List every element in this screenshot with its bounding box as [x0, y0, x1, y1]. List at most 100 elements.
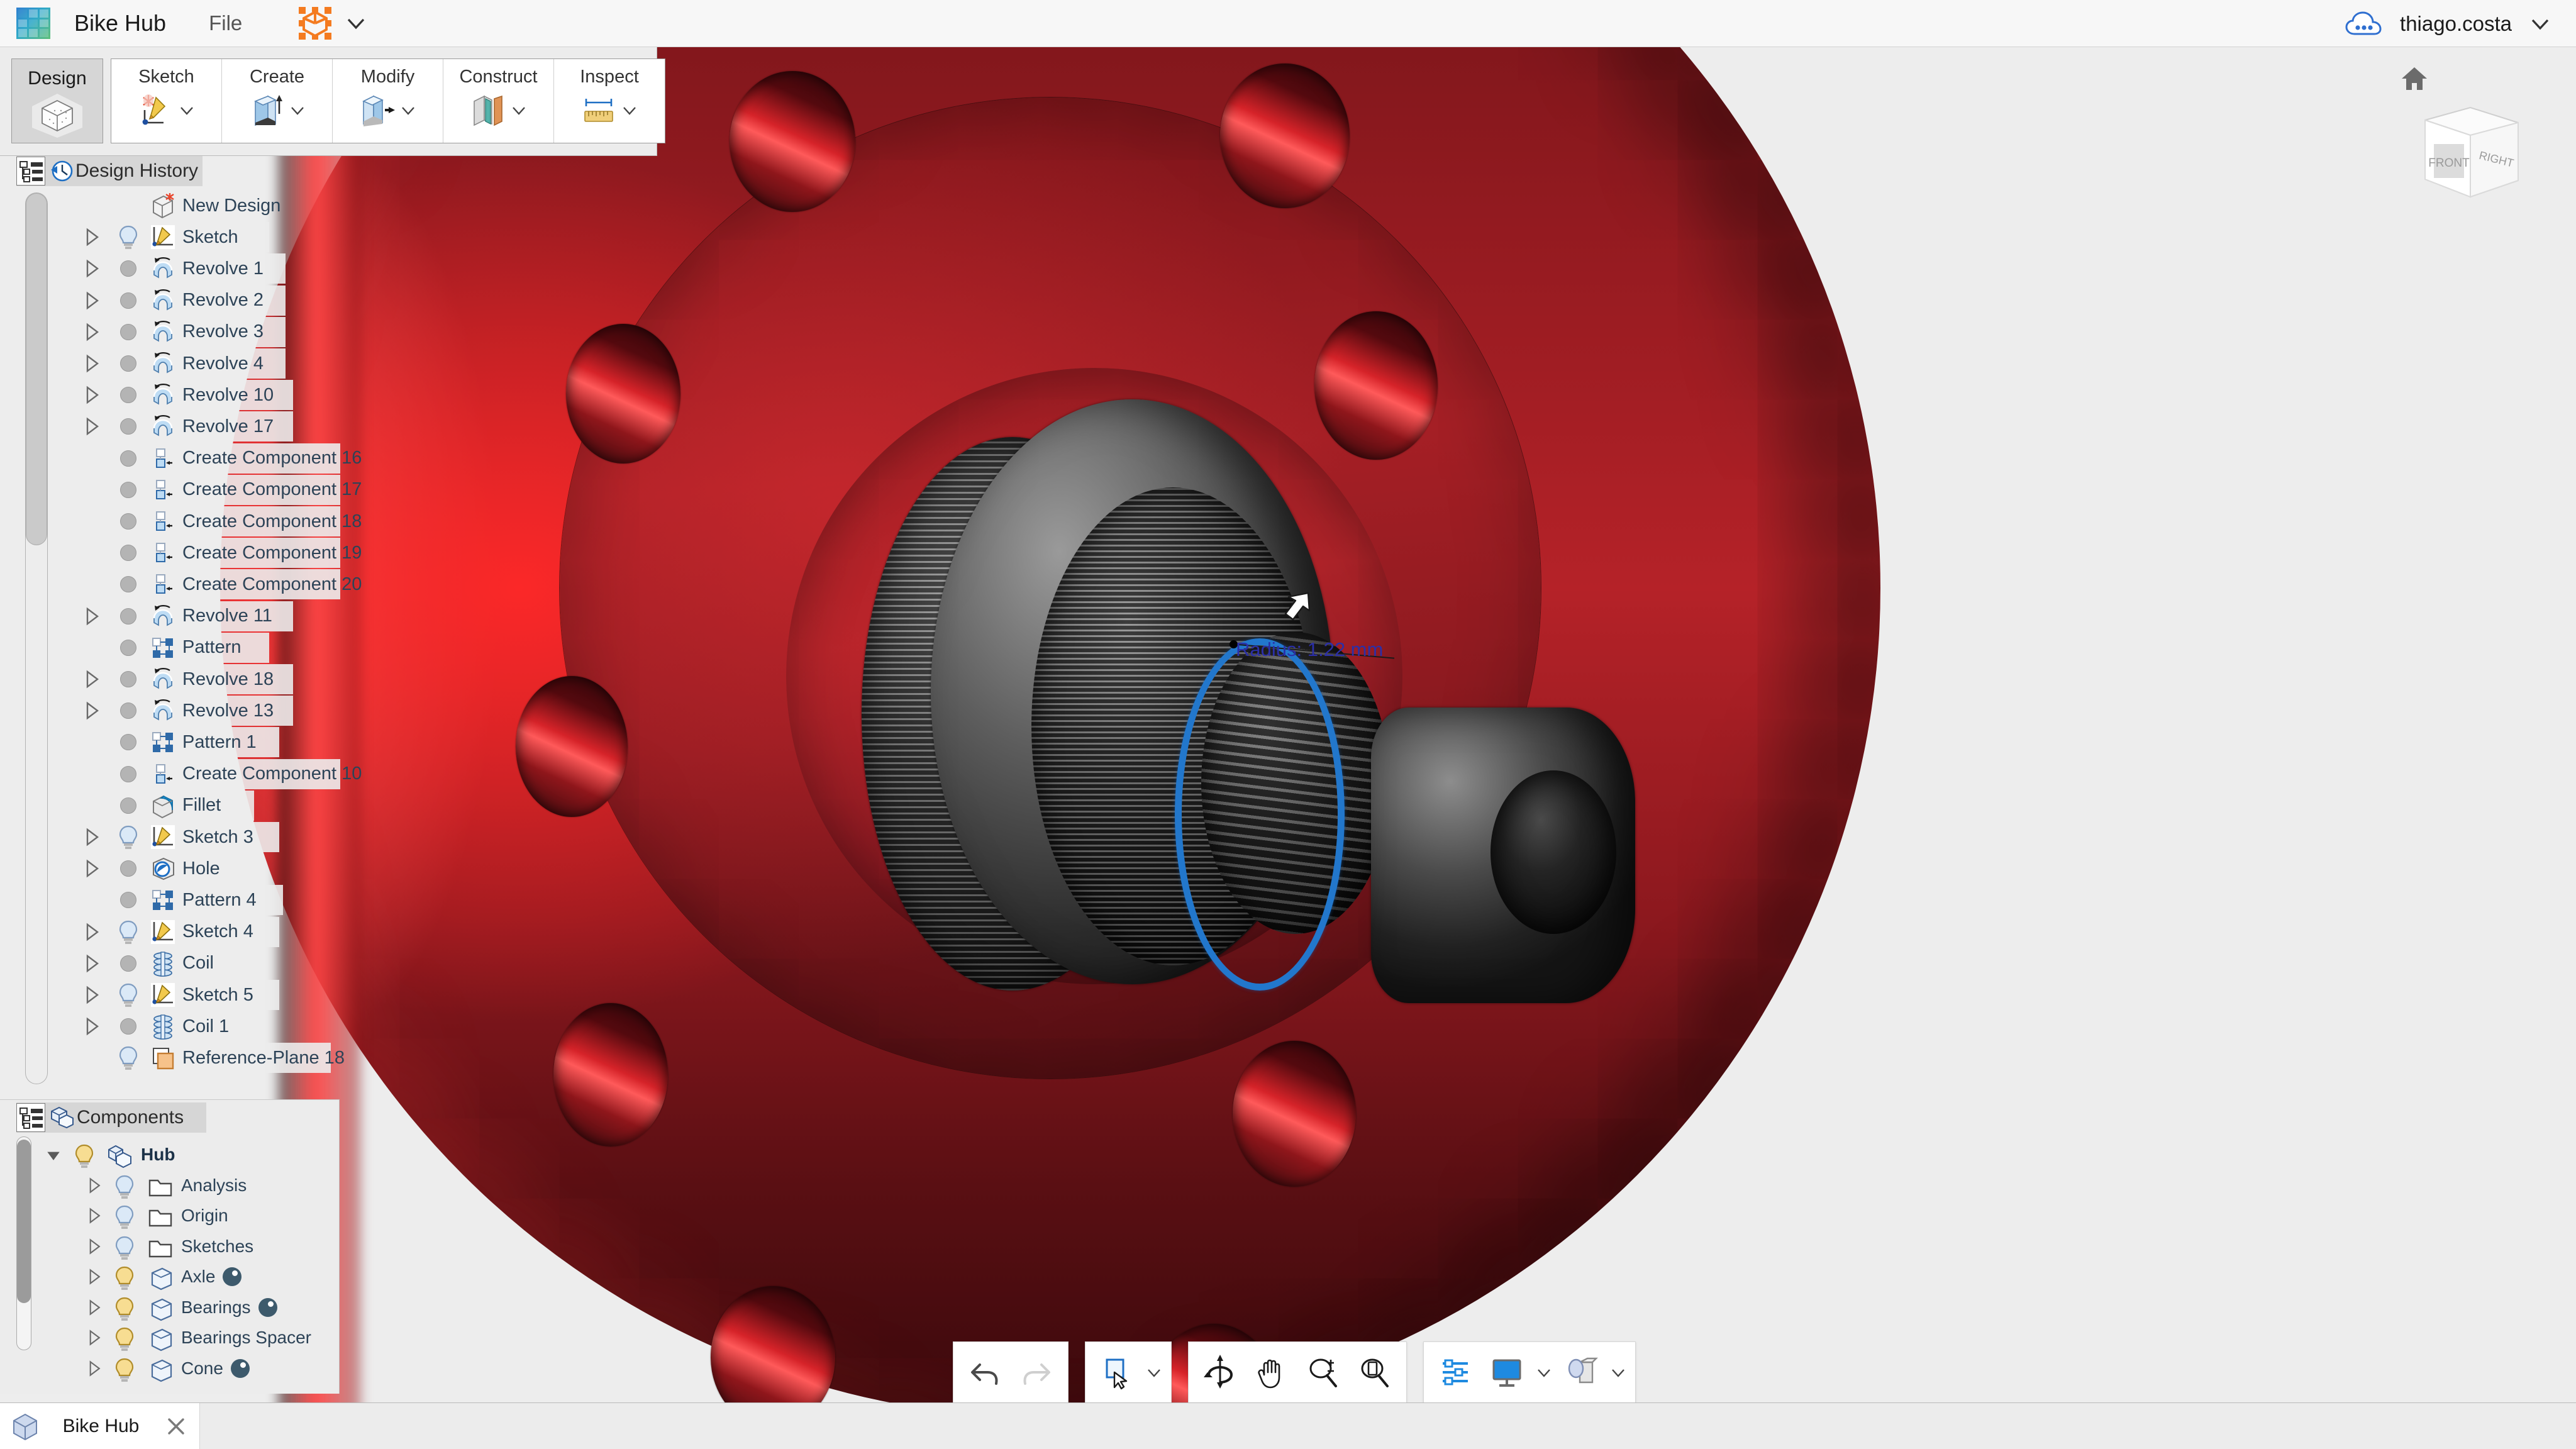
history-vertical-scrollbar[interactable]	[25, 192, 48, 1084]
visibility-bulb-icon[interactable]	[114, 1044, 142, 1072]
history-item[interactable]: Revolve 11	[80, 601, 293, 632]
history-item[interactable]: New Design	[80, 190, 280, 221]
history-item[interactable]: Revolve 2	[80, 285, 286, 316]
grid-snaps-chevron-down-icon[interactable]	[1536, 1364, 1552, 1380]
workspace-design-button[interactable]: Design	[11, 58, 103, 143]
viewports-button[interactable]	[1558, 1348, 1604, 1396]
history-expand-arrow[interactable]	[80, 290, 102, 311]
component-item[interactable]: Analysis	[84, 1170, 247, 1201]
grid-snaps-button[interactable]	[1484, 1348, 1530, 1396]
history-expand-arrow[interactable]	[80, 669, 102, 690]
account-chevron-down-icon[interactable]	[2529, 13, 2551, 35]
visibility-bulb-icon[interactable]	[111, 1295, 136, 1321]
component-expand-arrow[interactable]	[84, 1176, 103, 1195]
view-cube[interactable]: FRONT RIGHT	[2395, 65, 2540, 209]
construct-chevron-down-icon[interactable]	[511, 102, 527, 118]
history-item[interactable]: Create Component 18	[80, 506, 362, 537]
visibility-bulb-icon[interactable]	[111, 1234, 136, 1260]
history-expand-arrow[interactable]	[80, 700, 102, 721]
component-expand-arrow[interactable]	[44, 1145, 63, 1164]
cloud-status-icon[interactable]	[2345, 10, 2382, 38]
component-item[interactable]: Cone	[84, 1353, 250, 1384]
components-vertical-scrollbar[interactable]	[16, 1136, 31, 1350]
close-icon[interactable]	[162, 1412, 191, 1441]
component-expand-arrow[interactable]	[84, 1298, 103, 1317]
history-expand-arrow[interactable]	[80, 384, 102, 406]
history-expand-arrow[interactable]	[80, 416, 102, 437]
history-item[interactable]: Create Component 20	[80, 569, 362, 600]
visibility-bulb-icon[interactable]	[70, 1142, 96, 1168]
history-item[interactable]: Coil	[80, 948, 250, 979]
orbit-button[interactable]	[1197, 1348, 1243, 1396]
component-expand-arrow[interactable]	[84, 1328, 103, 1347]
history-expand-arrow[interactable]	[80, 1016, 102, 1037]
zoom-fit-button[interactable]	[1352, 1348, 1397, 1396]
history-expand-arrow[interactable]	[80, 858, 102, 879]
history-expand-arrow[interactable]	[80, 606, 102, 627]
visibility-bulb-icon[interactable]	[111, 1173, 136, 1199]
ribbon-group-modify[interactable]: Modify	[333, 59, 443, 143]
select-button[interactable]	[1094, 1348, 1140, 1397]
component-expand-arrow[interactable]	[84, 1359, 103, 1378]
redo-button[interactable]	[1014, 1348, 1059, 1396]
component-item[interactable]: Sketches	[84, 1231, 253, 1262]
component-item[interactable]: Bearings	[84, 1292, 277, 1323]
history-item[interactable]: Revolve 4	[80, 348, 286, 379]
chevron-down-icon[interactable]	[345, 13, 367, 34]
history-expand-arrow[interactable]	[80, 258, 102, 279]
history-item[interactable]: Create Component 17	[80, 474, 362, 506]
history-expand-arrow[interactable]	[80, 953, 102, 974]
visibility-bulb-icon[interactable]	[111, 1325, 136, 1351]
undo-button[interactable]	[962, 1348, 1008, 1396]
visibility-bulb-icon[interactable]	[114, 223, 142, 251]
history-item[interactable]: Revolve 1	[80, 253, 286, 284]
history-expand-arrow[interactable]	[80, 921, 102, 943]
history-expand-arrow[interactable]	[80, 226, 102, 248]
history-item[interactable]: Hole	[80, 853, 250, 884]
ribbon-group-construct[interactable]: Construct	[443, 59, 554, 143]
history-expand-arrow[interactable]	[80, 321, 102, 343]
component-item[interactable]: Axle	[84, 1261, 242, 1292]
apps-grid-icon[interactable]	[16, 8, 50, 39]
display-settings-button[interactable]	[1433, 1348, 1478, 1396]
history-item[interactable]: Coil 1	[80, 1011, 258, 1042]
components-scrollbar-thumb[interactable]	[17, 1140, 31, 1303]
history-expand-arrow[interactable]	[80, 826, 102, 848]
ribbon-group-inspect[interactable]: Inspect	[554, 59, 665, 143]
component-item[interactable]: Origin	[84, 1200, 228, 1231]
history-item[interactable]: Sketch 3	[80, 821, 279, 853]
history-item[interactable]: Create Component 19	[80, 537, 362, 569]
history-item[interactable]: Sketch	[80, 221, 269, 253]
history-item[interactable]: Reference-Plane 18	[80, 1042, 345, 1074]
zoom-button[interactable]	[1301, 1348, 1346, 1396]
visibility-bulb-icon[interactable]	[114, 981, 142, 1009]
component-expand-arrow[interactable]	[84, 1267, 103, 1286]
component-expand-arrow[interactable]	[84, 1237, 103, 1256]
history-item[interactable]: Fillet	[80, 790, 254, 821]
history-item[interactable]: Pattern 4	[80, 884, 283, 916]
visibility-bulb-icon[interactable]	[114, 823, 142, 851]
history-item[interactable]: Revolve 13	[80, 695, 293, 726]
components-header[interactable]: Components	[16, 1102, 206, 1133]
history-item[interactable]: Pattern 1	[80, 726, 279, 758]
user-name[interactable]: thiago.costa	[2400, 12, 2512, 36]
history-item[interactable]: Sketch 5	[80, 979, 279, 1011]
visibility-bulb-icon[interactable]	[111, 1356, 136, 1382]
visibility-bulb-icon[interactable]	[114, 918, 142, 946]
history-scrollbar-thumb[interactable]	[26, 193, 47, 545]
visibility-bulb-icon[interactable]	[111, 1203, 136, 1229]
history-item[interactable]: Create Component 10	[80, 758, 362, 790]
history-item[interactable]: Revolve 10	[80, 379, 293, 411]
history-item[interactable]: Create Component 16	[80, 443, 362, 474]
history-expand-arrow[interactable]	[80, 353, 102, 374]
sketch-chevron-down-icon[interactable]	[179, 102, 195, 118]
create-chevron-down-icon[interactable]	[289, 102, 306, 118]
history-item[interactable]: Sketch 4	[80, 916, 279, 948]
ribbon-group-create[interactable]: Create	[222, 59, 333, 143]
3d-viewport[interactable]: Radius: 1.22 mm FRONT RIGHT	[0, 47, 2576, 1402]
viewports-chevron-down-icon[interactable]	[1610, 1364, 1626, 1380]
ribbon-group-sketch[interactable]: Sketch	[111, 59, 222, 143]
history-item[interactable]: Revolve 17	[80, 411, 293, 442]
history-item[interactable]: Revolve 3	[80, 316, 286, 348]
modify-chevron-down-icon[interactable]	[400, 102, 416, 118]
